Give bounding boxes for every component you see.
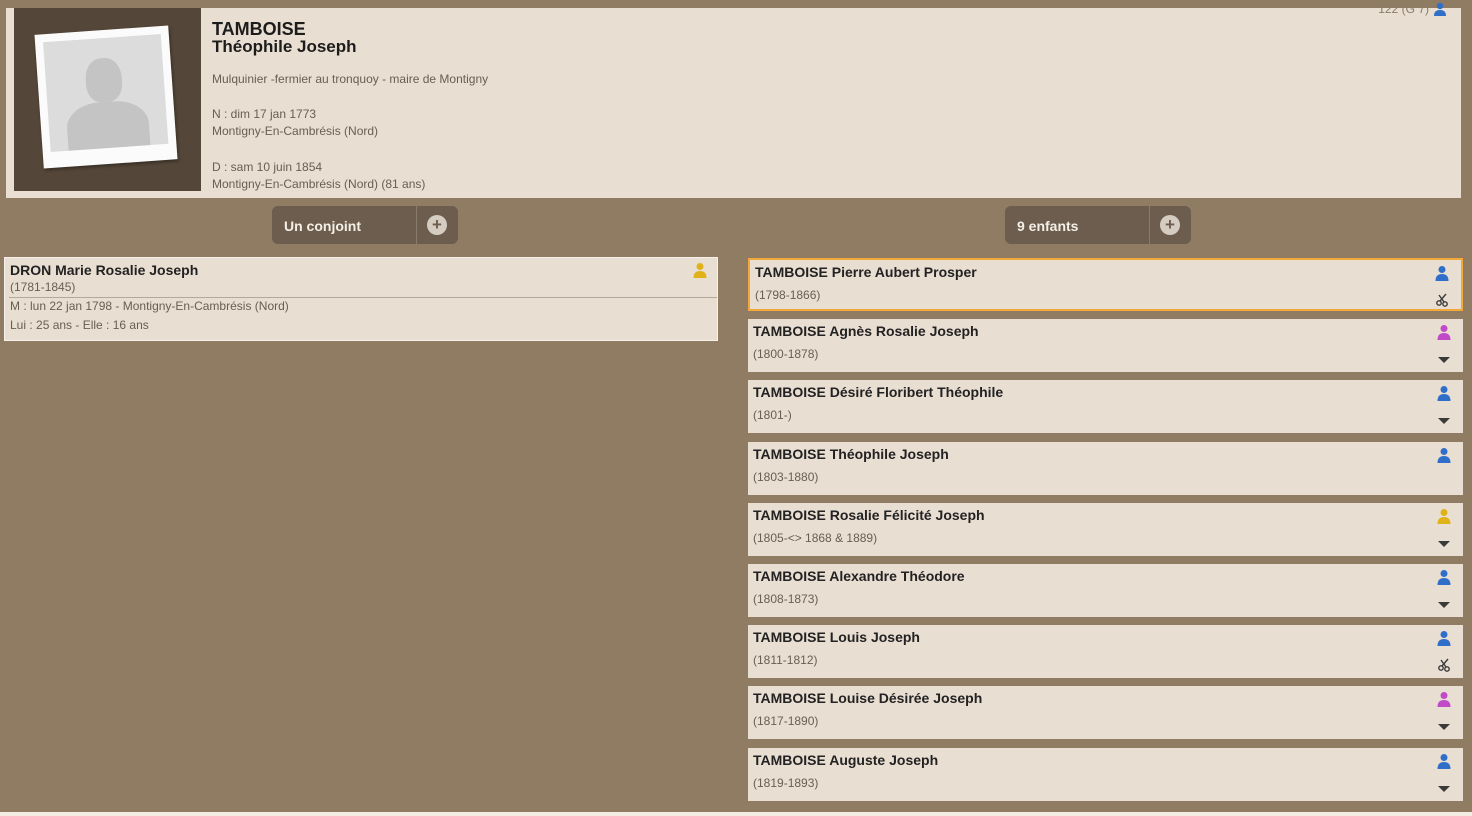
child-dates: (1808-1873) [753, 592, 819, 606]
person-purple-icon[interactable] [1437, 691, 1451, 708]
chevron-down-icon[interactable] [1437, 352, 1451, 366]
spouse-toggle-label: Un conjoint [284, 218, 361, 234]
child-name[interactable]: TAMBOISE Théophile Joseph [753, 446, 949, 462]
child-card[interactable]: TAMBOISE Agnès Rosalie Joseph (1800-1878) [748, 319, 1463, 373]
person-blue-icon[interactable] [1437, 753, 1451, 769]
child-card[interactable]: TAMBOISE Auguste Joseph (1819-1893) [748, 747, 1463, 801]
marriage-ages: Lui : 25 ans - Elle : 16 ans [10, 318, 149, 332]
toggle-divider [1149, 206, 1150, 244]
person-header-card: TAMBOISE Théophile Joseph Mulquinier -fe… [6, 2, 1461, 198]
child-dates: (1800-1878) [753, 347, 819, 362]
top-strip [0, 0, 1472, 8]
spouse-dates: (1781-1845) [10, 280, 76, 294]
sosa-label: 122 (G 7) [1378, 2, 1429, 16]
add-child-plus-icon[interactable]: + [1160, 215, 1180, 235]
sosa-number: 122 (G 7) [1378, 2, 1447, 16]
person-blue-icon[interactable] [1437, 385, 1451, 402]
child-dates: (1811-1812) [753, 653, 818, 668]
person-blue-icon[interactable] [1437, 630, 1451, 647]
chevron-down-icon[interactable] [1437, 719, 1451, 733]
scissors-icon[interactable] [1437, 658, 1451, 673]
death-date: D : sam 10 juin 1854 [212, 160, 323, 174]
spouse-toggle[interactable]: Un conjoint + [272, 206, 458, 244]
child-card[interactable]: TAMBOISE Rosalie Félicité Joseph (1805-<>… [748, 502, 1463, 556]
add-spouse-plus-icon[interactable]: + [427, 215, 447, 235]
person-blue-icon[interactable] [1433, 2, 1447, 16]
portrait-frame [14, 8, 201, 191]
spouse-name[interactable]: DRON Marie Rosalie Joseph [10, 262, 198, 278]
scissors-icon[interactable] [1435, 293, 1449, 307]
child-dates: (1803-1880) [753, 469, 819, 484]
child-name[interactable]: TAMBOISE Alexandre Théodore [753, 568, 965, 584]
person-surname: TAMBOISE [212, 19, 306, 39]
person-yellow-icon[interactable] [693, 262, 707, 278]
spouse-card[interactable]: DRON Marie Rosalie Joseph (1781-1845) M … [4, 257, 718, 341]
spouse-divider [9, 297, 717, 298]
birth-place: Montigny-En-Cambrésis (Nord) [212, 124, 379, 138]
chevron-down-icon[interactable] [1437, 536, 1451, 550]
person-yellow-icon[interactable] [1437, 508, 1451, 524]
child-card[interactable]: TAMBOISE Théophile Joseph (1803-1880) [748, 441, 1463, 495]
portrait-placeholder-icon[interactable] [34, 25, 178, 169]
occupation: Mulquinier -fermier au tronquoy - maire … [212, 72, 489, 86]
marriage-info: M : lun 22 jan 1798 - Montigny-En-Cambré… [10, 299, 289, 313]
child-dates: (1801-) [753, 408, 792, 423]
birth-date: N : dim 17 jan 1773 [212, 107, 317, 121]
person-blue-icon[interactable] [1437, 447, 1451, 463]
bottom-strip [0, 812, 1472, 816]
person-purple-icon[interactable] [1437, 324, 1451, 341]
toggle-divider [416, 206, 417, 244]
person-given-names: Théophile Joseph [212, 37, 357, 56]
chevron-down-icon[interactable] [1437, 413, 1451, 427]
child-name[interactable]: TAMBOISE Pierre Aubert Prosper [755, 264, 977, 280]
death-place: Montigny-En-Cambrésis (Nord) (81 ans) [212, 177, 426, 191]
chevron-down-icon[interactable] [1437, 781, 1451, 795]
child-card[interactable]: TAMBOISE Désiré Floribert Théophile (1801… [748, 380, 1463, 434]
children-toggle-label: 9 enfants [1017, 218, 1079, 234]
child-name[interactable]: TAMBOISE Louis Joseph [753, 629, 920, 645]
child-name[interactable]: TAMBOISE Désiré Floribert Théophile [753, 384, 1003, 400]
children-toggle[interactable]: 9 enfants + [1005, 206, 1191, 244]
child-dates: (1798-1866) [755, 288, 821, 302]
person-blue-icon[interactable] [1437, 569, 1451, 585]
child-name[interactable]: TAMBOISE Louise Désirée Joseph [753, 690, 982, 706]
child-name[interactable]: TAMBOISE Rosalie Félicité Joseph [753, 507, 985, 523]
child-card[interactable]: TAMBOISE Louise Désirée Joseph (1817-1890… [748, 686, 1463, 740]
child-card[interactable]: TAMBOISE Alexandre Théodore (1808-1873) [748, 564, 1463, 617]
chevron-down-icon[interactable] [1437, 597, 1451, 611]
child-name[interactable]: TAMBOISE Auguste Joseph [753, 752, 938, 768]
person-blue-icon[interactable] [1435, 265, 1449, 281]
child-card[interactable]: TAMBOISE Pierre Aubert Prosper (1798-1866… [748, 258, 1463, 311]
child-card[interactable]: TAMBOISE Louis Joseph (1811-1812) [748, 625, 1463, 679]
child-dates: (1817-1890) [753, 714, 819, 729]
child-dates: (1819-1893) [753, 775, 819, 790]
child-name[interactable]: TAMBOISE Agnès Rosalie Joseph [753, 323, 979, 339]
child-dates: (1805-<> 1868 & 1889) [753, 530, 878, 545]
